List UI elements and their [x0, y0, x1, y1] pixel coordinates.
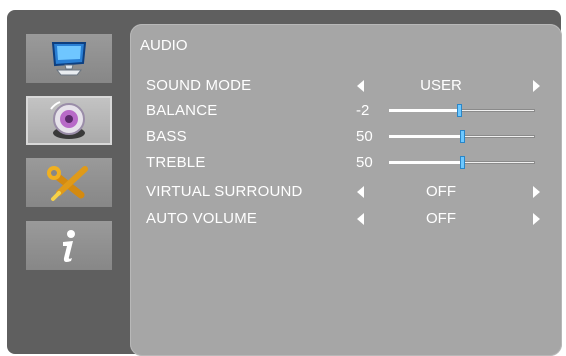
- setting-sound-mode[interactable]: SOUND MODE USER: [146, 76, 546, 96]
- sidebar-item-setup[interactable]: [26, 158, 112, 207]
- arrow-left-icon[interactable]: [357, 213, 364, 225]
- slider-knob[interactable]: [460, 156, 465, 169]
- treble-slider[interactable]: [389, 156, 535, 169]
- setting-virtual-surround[interactable]: VIRTUAL SURROUND OFF: [146, 182, 546, 202]
- arrow-left-icon[interactable]: [357, 186, 364, 198]
- sidebar-item-picture[interactable]: [26, 34, 112, 83]
- setting-label: TREBLE: [146, 154, 206, 171]
- setting-auto-volume[interactable]: AUTO VOLUME OFF: [146, 209, 546, 229]
- panel-title: AUDIO: [140, 37, 188, 54]
- setting-value: OFF: [426, 183, 456, 200]
- bass-slider[interactable]: [389, 130, 535, 143]
- speaker-icon: [50, 100, 85, 139]
- setting-value: USER: [420, 77, 462, 94]
- arrow-right-icon[interactable]: [533, 213, 540, 225]
- slider-fill: [389, 109, 460, 112]
- setting-label: BASS: [146, 128, 187, 145]
- slider-knob[interactable]: [460, 130, 465, 143]
- setting-value: -2: [356, 102, 370, 119]
- info-icon: [63, 229, 75, 262]
- setting-value: OFF: [426, 210, 456, 227]
- slider-fill: [389, 135, 462, 138]
- setting-label: AUTO VOLUME: [146, 210, 258, 227]
- wrench-screwdriver-icon: [47, 165, 88, 201]
- setting-balance[interactable]: BALANCE -2: [146, 101, 546, 121]
- setting-value: 50: [356, 154, 373, 171]
- setting-label: BALANCE: [146, 102, 218, 119]
- setting-value: 50: [356, 128, 373, 145]
- slider-fill: [389, 161, 462, 164]
- setting-treble[interactable]: TREBLE 50: [146, 153, 546, 173]
- slider-knob[interactable]: [457, 104, 463, 117]
- arrow-left-icon[interactable]: [357, 80, 364, 92]
- arrow-right-icon[interactable]: [533, 186, 540, 198]
- arrow-right-icon[interactable]: [533, 80, 540, 92]
- sidebar-item-information[interactable]: [26, 221, 112, 270]
- monitor-icon: [51, 41, 87, 75]
- setting-label: VIRTUAL SURROUND: [146, 183, 303, 200]
- setting-bass[interactable]: BASS 50: [146, 127, 546, 147]
- balance-slider[interactable]: [389, 104, 535, 117]
- sidebar-item-audio[interactable]: [26, 96, 112, 145]
- setting-label: SOUND MODE: [146, 77, 252, 94]
